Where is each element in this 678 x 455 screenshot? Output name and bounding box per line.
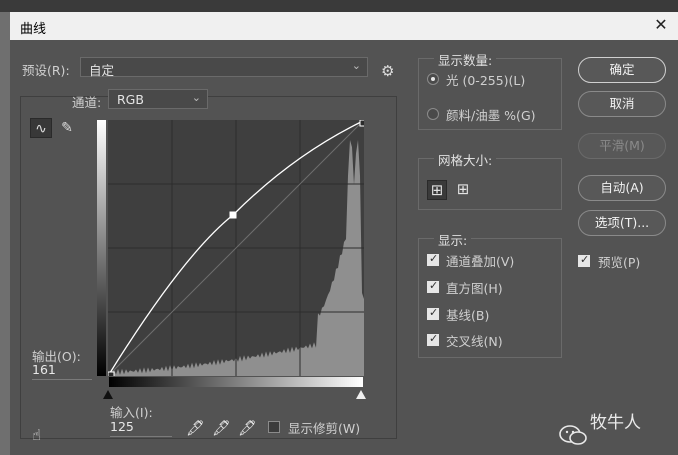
smooth-button[interactable]: 平滑(M) [578,133,666,159]
input-value-field[interactable]: 125 [110,419,172,437]
simple-grid-icon[interactable]: ⊞ [427,180,447,200]
wechat-icon [559,425,587,445]
histogram-checkbox[interactable] [427,279,439,293]
dialog-title: 曲线 [20,22,47,37]
pencil-icon[interactable]: ✎ [56,118,78,138]
chevron-down-icon: ⌄ [191,91,201,104]
channel-label: 通道: [72,95,102,110]
channel-value: RGB [117,92,144,107]
title-bar: 曲线 ✕ [10,12,678,40]
channel-dropdown[interactable]: RGB ⌄ [108,89,208,109]
histogram-label: 直方图(H) [446,281,503,296]
display-amount-title: 显示数量: [434,50,497,69]
ok-button[interactable]: 确定 [578,57,666,83]
gray-eyedropper-icon[interactable]: 🖋 [212,419,231,437]
baseline-checkbox[interactable] [427,306,439,320]
black-point-slider[interactable] [103,390,113,399]
watermark-text: 牧牛人 [590,413,641,433]
pigment-radio-label: 颜料/油墨 %(G) [446,108,536,123]
close-icon[interactable]: ✕ [652,16,670,34]
light-radio-label: 光 (0-255)(L) [446,73,526,88]
grid-size-title: 网格大小: [434,150,497,169]
curve-control-point[interactable] [229,211,237,219]
white-eyedropper-icon[interactable]: 🖋 [238,419,257,437]
output-value-field[interactable]: 161 [32,362,92,380]
gear-icon[interactable]: ⚙ [381,62,394,80]
show-clipping-checkbox[interactable] [268,421,280,433]
input-gradient-bar [109,377,363,387]
curve-point-tool-icon[interactable]: ∿ [30,118,52,138]
intersection-line-checkbox[interactable] [427,332,439,346]
baseline-label: 基线(B) [446,308,490,323]
show-title: 显示: [434,230,472,249]
background-left-strip [0,0,10,455]
chevron-down-icon: ⌄ [351,59,361,72]
intersection-line-label: 交叉线(N) [446,334,503,349]
output-gradient-bar [97,120,106,376]
curve-graph[interactable] [108,120,364,376]
white-point-slider[interactable] [356,390,366,399]
pigment-radio[interactable] [427,108,439,120]
detailed-grid-icon[interactable]: ⊞ [453,180,473,200]
curve-control-point[interactable] [359,120,364,127]
auto-button[interactable]: 自动(A) [578,175,666,201]
cancel-button[interactable]: 取消 [578,91,666,117]
target-adjust-icon[interactable]: ☝ [32,426,41,444]
channel-overlay-checkbox[interactable] [427,252,439,266]
preview-checkbox[interactable] [578,253,590,267]
light-radio[interactable] [427,73,439,85]
preset-value: 自定 [89,63,115,78]
preview-label: 预览(P) [598,255,641,270]
background-top-strip [0,0,678,12]
curves-dialog: 曲线 ✕ 预设(R): 自定 ⌄ ⚙ 通道: RGB ⌄ ∿ ✎ 输出(O): [10,12,678,455]
preset-dropdown[interactable]: 自定 ⌄ [80,57,368,78]
preset-label: 预设(R): [22,63,70,78]
curve-control-point[interactable] [108,371,115,376]
channel-overlay-label: 通道叠加(V) [446,254,515,269]
black-eyedropper-icon[interactable]: 🖋 [186,419,205,437]
show-clipping-label: 显示修剪(W) [288,421,361,436]
options-button[interactable]: 选项(T)... [578,210,666,236]
